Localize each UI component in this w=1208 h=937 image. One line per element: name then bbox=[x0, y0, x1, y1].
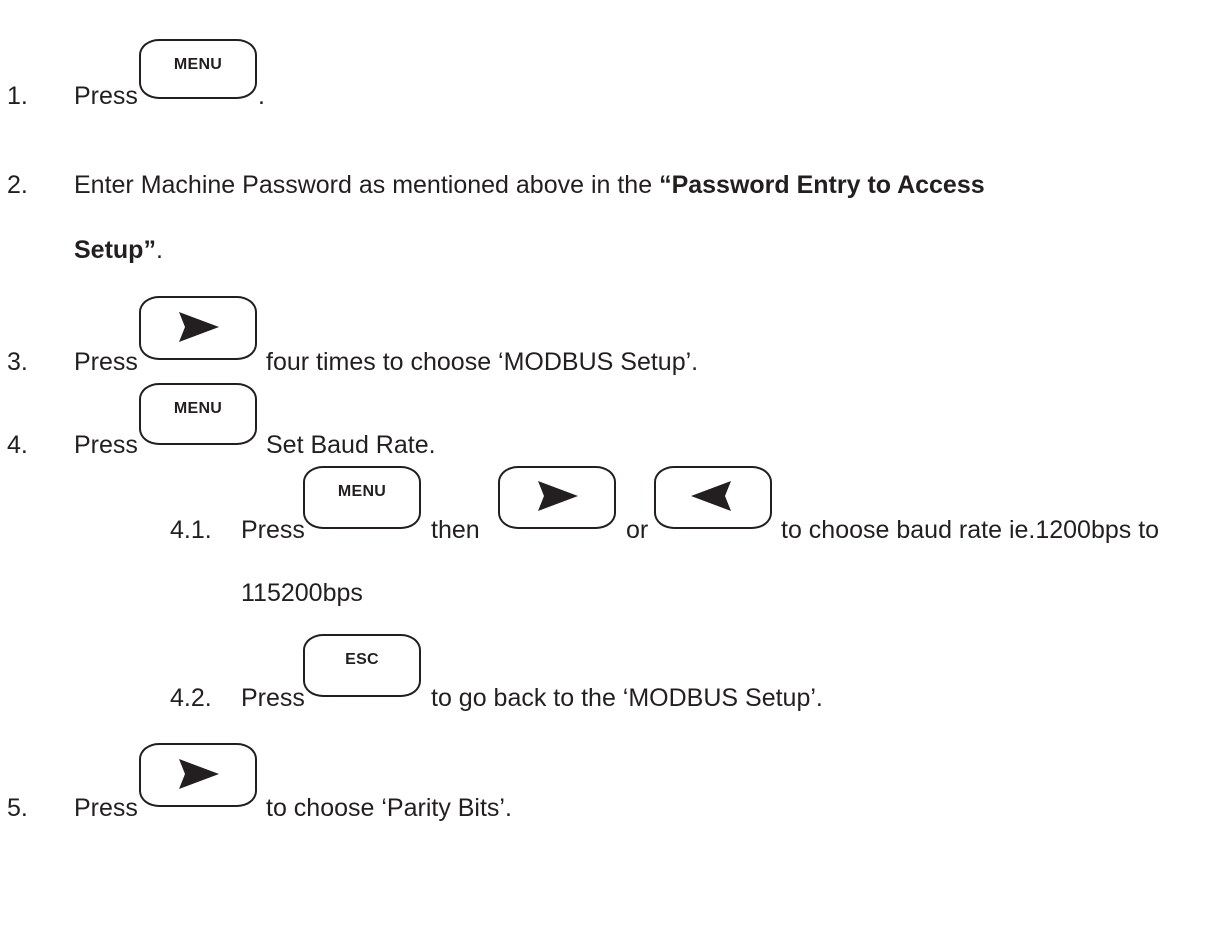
step-text: Press bbox=[241, 684, 305, 712]
esc-key-icon: ESC bbox=[303, 634, 421, 697]
right-arrow-key-icon bbox=[139, 743, 257, 807]
step-text-part: . bbox=[155, 236, 163, 264]
step-text: Press bbox=[241, 516, 305, 544]
step-text: Enter Machine Password as mentioned abov… bbox=[74, 170, 985, 200]
step-number: 4.1. bbox=[170, 516, 212, 544]
step-text: 115200bps bbox=[241, 579, 363, 607]
key-label: MENU bbox=[337, 483, 387, 500]
step-text: four times to choose ‘MODBUS Setup’. bbox=[266, 348, 699, 376]
step-text: to go back to the ‘MODBUS Setup’. bbox=[431, 684, 823, 712]
key-label: MENU bbox=[173, 400, 223, 417]
step-text: . bbox=[258, 82, 265, 110]
step-text: Set Baud Rate. bbox=[266, 431, 436, 459]
step-number: 1. bbox=[7, 82, 28, 110]
menu-key-icon: MENU bbox=[139, 383, 257, 445]
bold-reference: “Password Entry to Access bbox=[659, 171, 985, 199]
step-text: Setup”. bbox=[74, 235, 163, 265]
step-number: 4.2. bbox=[170, 684, 212, 712]
step-text-part: Enter Machine Password as mentioned abov… bbox=[74, 171, 660, 199]
menu-key-icon: MENU bbox=[303, 466, 421, 529]
step-text: Press bbox=[74, 348, 138, 376]
right-arrow-key-icon bbox=[498, 466, 616, 529]
key-label: MENU bbox=[173, 56, 223, 73]
step-text: to choose baud rate ie.1200bps to bbox=[781, 516, 1160, 544]
step-text: Press bbox=[74, 82, 138, 110]
step-text: Press bbox=[74, 794, 138, 822]
step-text: Press bbox=[74, 431, 138, 459]
step-number: 3. bbox=[7, 348, 28, 376]
step-number: 4. bbox=[7, 431, 28, 459]
step-number: 5. bbox=[7, 794, 28, 822]
right-arrow-key-icon bbox=[139, 296, 257, 360]
left-arrow-key-icon bbox=[654, 466, 772, 529]
menu-key-icon: MENU bbox=[139, 39, 257, 99]
step-text: then bbox=[431, 516, 480, 544]
step-number: 2. bbox=[7, 171, 28, 199]
step-text: to choose ‘Parity Bits’. bbox=[266, 794, 512, 822]
key-label: ESC bbox=[345, 651, 379, 668]
step-text: or bbox=[626, 516, 649, 544]
bold-reference: Setup” bbox=[74, 236, 156, 264]
